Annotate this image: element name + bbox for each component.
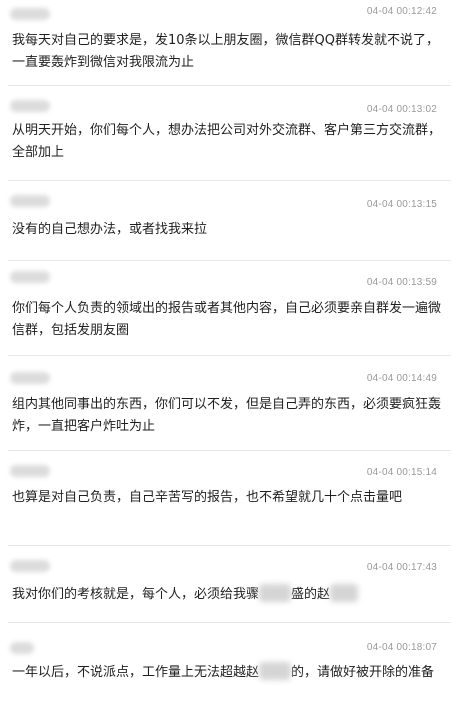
message-item[interactable]: 04-04 00:13:15 没有的自己想办法，或者找我来拉: [0, 181, 463, 261]
message-text-part: 我对你们的考核就是，每个人，必须给我骤: [12, 587, 260, 602]
message-item[interactable]: 04-04 00:18:07 一年以后，不说派点，工作量上无法超越赵 的，请做好被…: [0, 624, 463, 713]
sender-name-blurred: [10, 195, 50, 207]
sender-name-blurred: [10, 372, 50, 384]
divider: [8, 622, 451, 623]
message-timestamp: 04-04 00:18:07: [366, 642, 437, 653]
message-text: 我每天对自己的要求是，发10条以上朋友圈，微信群QQ群转发就不说了，一直要轰炸到…: [12, 33, 440, 70]
message-item[interactable]: 04-04 00:13:02 从明天开始，你们每个人，想办法把公司对外交流群、客…: [0, 86, 463, 181]
message-item[interactable]: 04-04 00:12:42 我每天对自己的要求是，发10条以上朋友圈，微信群Q…: [0, 0, 463, 86]
sender-name-blurred: [10, 271, 50, 283]
message-text-part: 一年以后，不说派点，工作量上无法超越赵: [12, 665, 260, 680]
message-text: 一年以后，不说派点，工作量上无法超越赵 的，请做好被开除的准备: [12, 662, 447, 684]
message-text: 我对你们的考核就是，每个人，必须给我骤 盛的赵: [12, 584, 447, 606]
message-timestamp: 04-04 00:14:49: [366, 373, 437, 384]
message-timestamp: 04-04 00:15:14: [366, 467, 437, 478]
sender-name-blurred: [10, 100, 50, 112]
message-text: 也算是对自己负责，自己辛苦写的报告，也不希望就几十个点击量吧: [12, 490, 403, 505]
redaction-blur: [330, 584, 359, 602]
message-text: 没有的自己想办法，或者找我来拉: [12, 222, 208, 237]
sender-name-blurred: [10, 8, 50, 20]
message-item[interactable]: 04-04 00:17:43 我对你们的考核就是，每个人，必须给我骤 盛的赵: [0, 546, 463, 623]
message-text-part: 赵: [317, 587, 331, 602]
message-item[interactable]: 04-04 00:14:49 组内其他同事出的东西，你们可以不发，但是自己弄的东…: [0, 356, 463, 451]
message-text: 你们每个人负责的领域出的报告或者其他内容，自己必须要亲自群发一遍微信群，包括发朋…: [12, 301, 442, 338]
message-timestamp: 04-04 00:17:43: [366, 562, 437, 573]
message-timestamp: 04-04 00:13:15: [366, 199, 437, 210]
message-text-part: 盛的: [291, 587, 318, 602]
message-text-part: 的，请做好被开除的准备: [291, 665, 435, 680]
message-item[interactable]: 04-04 00:13:59 你们每个人负责的领域出的报告或者其他内容，自己必须…: [0, 261, 463, 356]
message-item[interactable]: 04-04 00:15:14 也算是对自己负责，自己辛苦写的报告，也不希望就几十…: [0, 451, 463, 546]
message-text: 组内其他同事出的东西，你们可以不发，但是自己弄的东西，必须要疯狂轰炸，一直把客户…: [12, 397, 442, 434]
sender-name-blurred: [10, 465, 50, 477]
message-text: 从明天开始，你们每个人，想办法把公司对外交流群、客户第三方交流群，全部加上: [12, 123, 442, 160]
sender-name-blurred: [10, 642, 34, 654]
redaction-blur: [259, 584, 292, 602]
message-timestamp: 04-04 00:13:59: [366, 277, 437, 288]
redaction-blur: [259, 662, 292, 680]
message-timestamp: 04-04 00:12:42: [366, 6, 437, 17]
sender-name-blurred: [10, 560, 50, 572]
message-timestamp: 04-04 00:13:02: [366, 104, 437, 115]
